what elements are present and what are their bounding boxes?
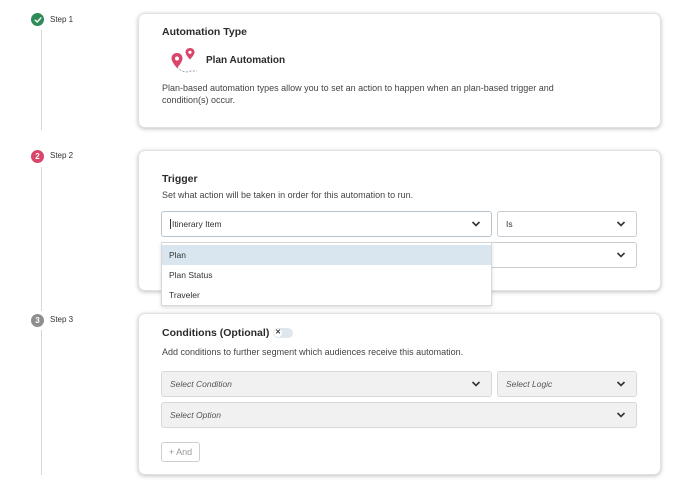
map-pins-icon bbox=[169, 47, 199, 75]
chevron-down-icon bbox=[616, 381, 626, 387]
step-label: Step 2 bbox=[50, 151, 74, 160]
trigger-field-value: Itinerary Item bbox=[172, 219, 222, 229]
step-number-badge: 2 bbox=[31, 150, 44, 163]
step-complete-indicator bbox=[31, 13, 44, 26]
card-title: Conditions (Optional) bbox=[162, 327, 270, 339]
logic-placeholder: Select Logic bbox=[506, 379, 553, 389]
step-number-badge: 3 bbox=[31, 314, 44, 327]
conditions-subtitle: Add conditions to further segment which … bbox=[162, 347, 464, 357]
card-title: Trigger bbox=[162, 173, 198, 185]
automation-type-description: Plan-based automation types allow you to… bbox=[162, 83, 554, 105]
step-connector-3 bbox=[41, 330, 42, 475]
add-and-button[interactable]: + And bbox=[161, 442, 200, 462]
text-cursor bbox=[170, 219, 171, 229]
step-connector-2 bbox=[41, 167, 42, 311]
chevron-down-icon bbox=[471, 381, 481, 387]
condition-select[interactable]: Select Condition bbox=[161, 371, 492, 397]
logic-select[interactable]: Select Logic bbox=[497, 371, 637, 397]
chevron-down-icon bbox=[616, 221, 626, 227]
trigger-field-select[interactable]: Itinerary Item bbox=[161, 211, 492, 237]
plan-automation-label: Plan Automation bbox=[206, 55, 286, 66]
trigger-operator-value: Is bbox=[506, 219, 513, 229]
conditions-toggle[interactable]: ✕ bbox=[273, 328, 293, 338]
step-label: Step 1 bbox=[50, 15, 74, 24]
trigger-field-dropdown: Plan Plan Status Traveler bbox=[161, 242, 492, 306]
step-connector-1 bbox=[41, 30, 42, 130]
trigger-subtitle: Set what action will be taken in order f… bbox=[162, 190, 414, 200]
trigger-operator-select[interactable]: Is bbox=[497, 211, 637, 237]
card-title: Automation Type bbox=[162, 26, 247, 38]
option-select[interactable]: Select Option bbox=[161, 402, 637, 428]
checkmark-icon bbox=[34, 16, 41, 23]
step-label: Step 3 bbox=[50, 315, 74, 324]
chevron-down-icon bbox=[616, 252, 626, 258]
chevron-down-icon bbox=[471, 221, 481, 227]
condition-placeholder: Select Condition bbox=[170, 379, 232, 389]
option-placeholder: Select Option bbox=[170, 410, 222, 420]
dropdown-option-plan-status[interactable]: Plan Status bbox=[162, 265, 491, 285]
dropdown-option-traveler[interactable]: Traveler bbox=[162, 285, 491, 305]
dropdown-option-plan[interactable]: Plan bbox=[162, 245, 491, 265]
chevron-down-icon bbox=[616, 412, 626, 418]
close-icon: ✕ bbox=[274, 329, 282, 337]
automation-type-card: Automation Type Plan Automation Plan-bas… bbox=[138, 13, 661, 128]
